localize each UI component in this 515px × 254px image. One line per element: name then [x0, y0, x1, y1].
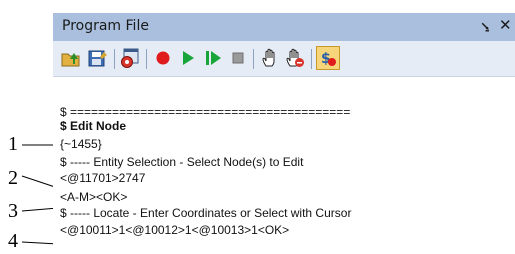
- play-button[interactable]: [177, 47, 199, 69]
- code-line: <@11701>2747: [60, 171, 146, 185]
- hand-stop-button[interactable]: [284, 47, 306, 69]
- program-settings-icon: [121, 48, 139, 68]
- code-line: $ ======================================…: [60, 105, 351, 119]
- close-icon[interactable]: ✕: [499, 16, 512, 34]
- save-file-icon: [88, 50, 107, 67]
- hand-button[interactable]: [259, 47, 281, 69]
- code-line: <@10011>1<@10012>1<@10013>1<OK>: [60, 223, 290, 237]
- record-icon: [156, 51, 170, 65]
- record-button[interactable]: [152, 47, 174, 69]
- toolbar-separator: [114, 49, 115, 69]
- step-icon: [206, 51, 221, 65]
- hand-stop-icon: [286, 48, 304, 67]
- script-button[interactable]: $: [316, 46, 340, 70]
- stop-icon: [232, 52, 244, 64]
- stop-button[interactable]: [227, 47, 249, 69]
- program-settings-button[interactable]: [119, 47, 141, 69]
- code-line-heading: $ Edit Node: [60, 119, 127, 133]
- code-line: {~1455}: [60, 137, 102, 151]
- toolbar-separator: [146, 49, 147, 69]
- code-line: <A-M><OK>: [60, 190, 128, 204]
- toolbar-separator: [311, 49, 312, 69]
- program-toolbar: $: [53, 41, 515, 77]
- program-code-area[interactable]: $ ======================================…: [53, 77, 515, 254]
- hand-icon: [262, 48, 275, 67]
- step-button[interactable]: [202, 47, 224, 69]
- save-button[interactable]: [86, 47, 108, 69]
- code-line: $ ----- Entity Selection - Select Node(s…: [60, 155, 304, 169]
- panel-titlebar: Program File ⭸ ✕: [53, 13, 515, 41]
- code-line: $ ----- Locate - Enter Coordinates or Se…: [60, 206, 352, 220]
- open-folder-button[interactable]: [60, 47, 82, 69]
- panel-title: Program File: [62, 18, 149, 34]
- toolbar-separator: [253, 49, 254, 69]
- open-folder-icon: [61, 53, 80, 67]
- pin-icon[interactable]: ⭸: [481, 16, 490, 40]
- play-icon: [183, 51, 194, 65]
- program-file-panel: Program File ⭸ ✕ $ $ ===================…: [53, 13, 515, 254]
- script-icon: $: [321, 51, 336, 67]
